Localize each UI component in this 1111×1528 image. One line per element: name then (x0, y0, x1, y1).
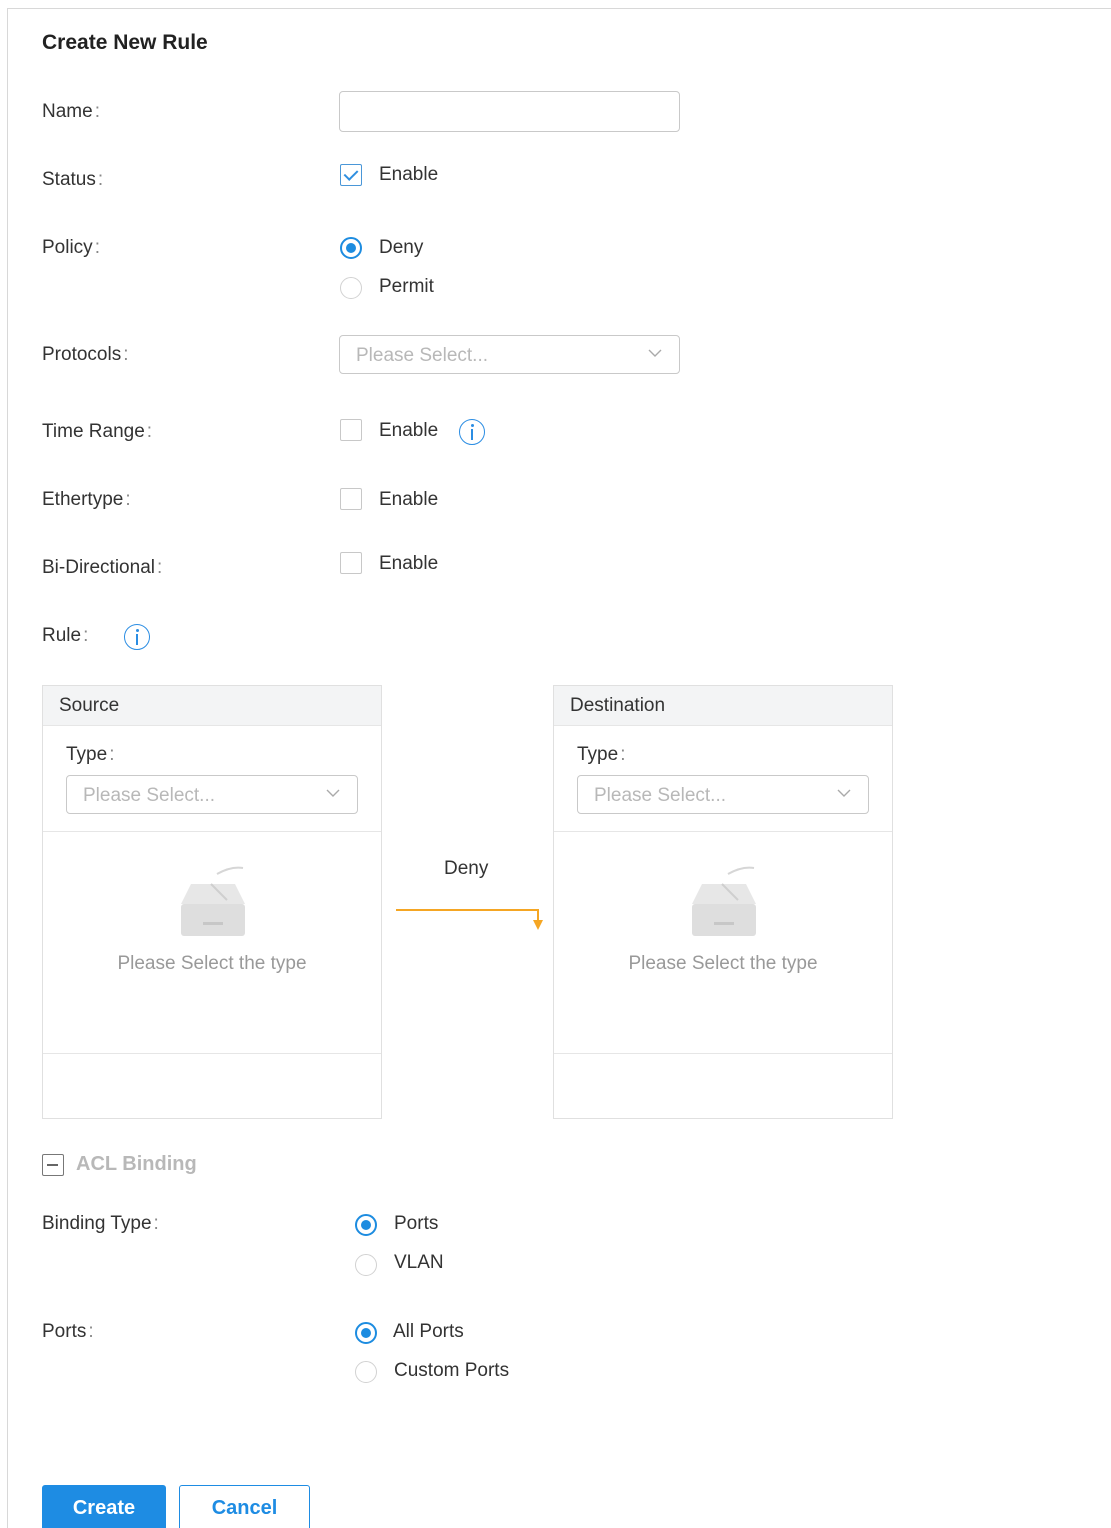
divider (43, 1053, 381, 1054)
source-type-placeholder: Please Select... (83, 785, 216, 806)
custom-ports-radio[interactable] (355, 1361, 377, 1383)
policy-deny-radio[interactable] (340, 237, 362, 259)
source-panel-header: Source (43, 686, 381, 726)
divider (554, 831, 892, 832)
custom-ports-label: Custom Ports (394, 1360, 510, 1381)
name-input[interactable] (339, 91, 680, 132)
all-ports-radio[interactable] (355, 1322, 377, 1344)
ports-label: Ports: (42, 1321, 94, 1342)
destination-type-label: Type: (577, 744, 626, 765)
divider (554, 1053, 892, 1054)
binding-vlan-radio[interactable] (355, 1254, 377, 1276)
bi-directional-label: Bi-Directional: (42, 557, 163, 578)
binding-vlan-label: VLAN (394, 1252, 444, 1273)
source-type-select[interactable]: Please Select... (66, 775, 358, 814)
arrow-right-icon (396, 909, 543, 930)
status-label: Status: (42, 169, 104, 190)
time-range-label: Time Range: (42, 421, 153, 442)
divider (43, 831, 381, 832)
ethertype-enable-label: Enable (379, 489, 439, 510)
destination-empty-text: Please Select the type (628, 953, 818, 974)
status-enable-checkbox[interactable] (340, 164, 362, 186)
dialog-title: Create New Rule (42, 31, 208, 54)
policy-label: Policy: (42, 237, 100, 258)
source-type-label: Type: (66, 744, 115, 765)
binding-ports-radio[interactable] (355, 1214, 377, 1236)
rule-info-icon[interactable] (124, 624, 150, 650)
ethertype-label: Ethertype: (42, 489, 131, 510)
create-button[interactable]: Create (42, 1485, 166, 1528)
status-enable-label: Enable (379, 164, 439, 185)
policy-permit-label: Permit (379, 276, 434, 297)
time-range-info-icon[interactable] (459, 419, 485, 445)
bi-directional-enable-checkbox[interactable] (340, 552, 362, 574)
destination-type-placeholder: Please Select... (594, 785, 727, 806)
chevron-down-icon (837, 789, 851, 797)
source-panel: Source Type: Please Select... Please Sel… (42, 685, 382, 1119)
time-range-enable-checkbox[interactable] (340, 419, 362, 441)
destination-panel-header: Destination (554, 686, 892, 726)
time-range-enable-label: Enable (379, 420, 439, 441)
destination-panel: Destination Type: Please Select... Pleas… (553, 685, 893, 1119)
chevron-down-icon (326, 789, 340, 797)
bi-directional-enable-label: Enable (379, 553, 439, 574)
rule-label: Rule: (42, 625, 89, 646)
destination-type-select[interactable]: Please Select... (577, 775, 869, 814)
source-title: Source (59, 695, 120, 716)
chevron-down-icon (648, 349, 662, 357)
policy-deny-label: Deny (379, 237, 424, 258)
rule-action-label: Deny (444, 858, 489, 879)
protocols-select[interactable]: Please Select... (339, 335, 680, 374)
create-rule-dialog: Create New Rule Name: Status: Enable Pol… (7, 8, 1111, 1528)
protocols-placeholder: Please Select... (356, 345, 489, 366)
empty-inbox-icon (181, 866, 245, 936)
ethertype-enable-checkbox[interactable] (340, 488, 362, 510)
destination-title: Destination (570, 695, 666, 716)
empty-inbox-icon (692, 866, 756, 936)
policy-permit-radio[interactable] (340, 277, 362, 299)
cancel-button[interactable]: Cancel (179, 1485, 310, 1528)
all-ports-label: All Ports (393, 1321, 464, 1342)
protocols-label: Protocols: (42, 344, 129, 365)
collapse-minus-icon[interactable] (42, 1154, 64, 1176)
name-label: Name: (42, 101, 100, 122)
binding-ports-label: Ports (394, 1213, 439, 1234)
acl-binding-title[interactable]: ACL Binding (76, 1153, 197, 1176)
binding-type-label: Binding Type: (42, 1213, 159, 1234)
source-empty-text: Please Select the type (117, 953, 307, 974)
